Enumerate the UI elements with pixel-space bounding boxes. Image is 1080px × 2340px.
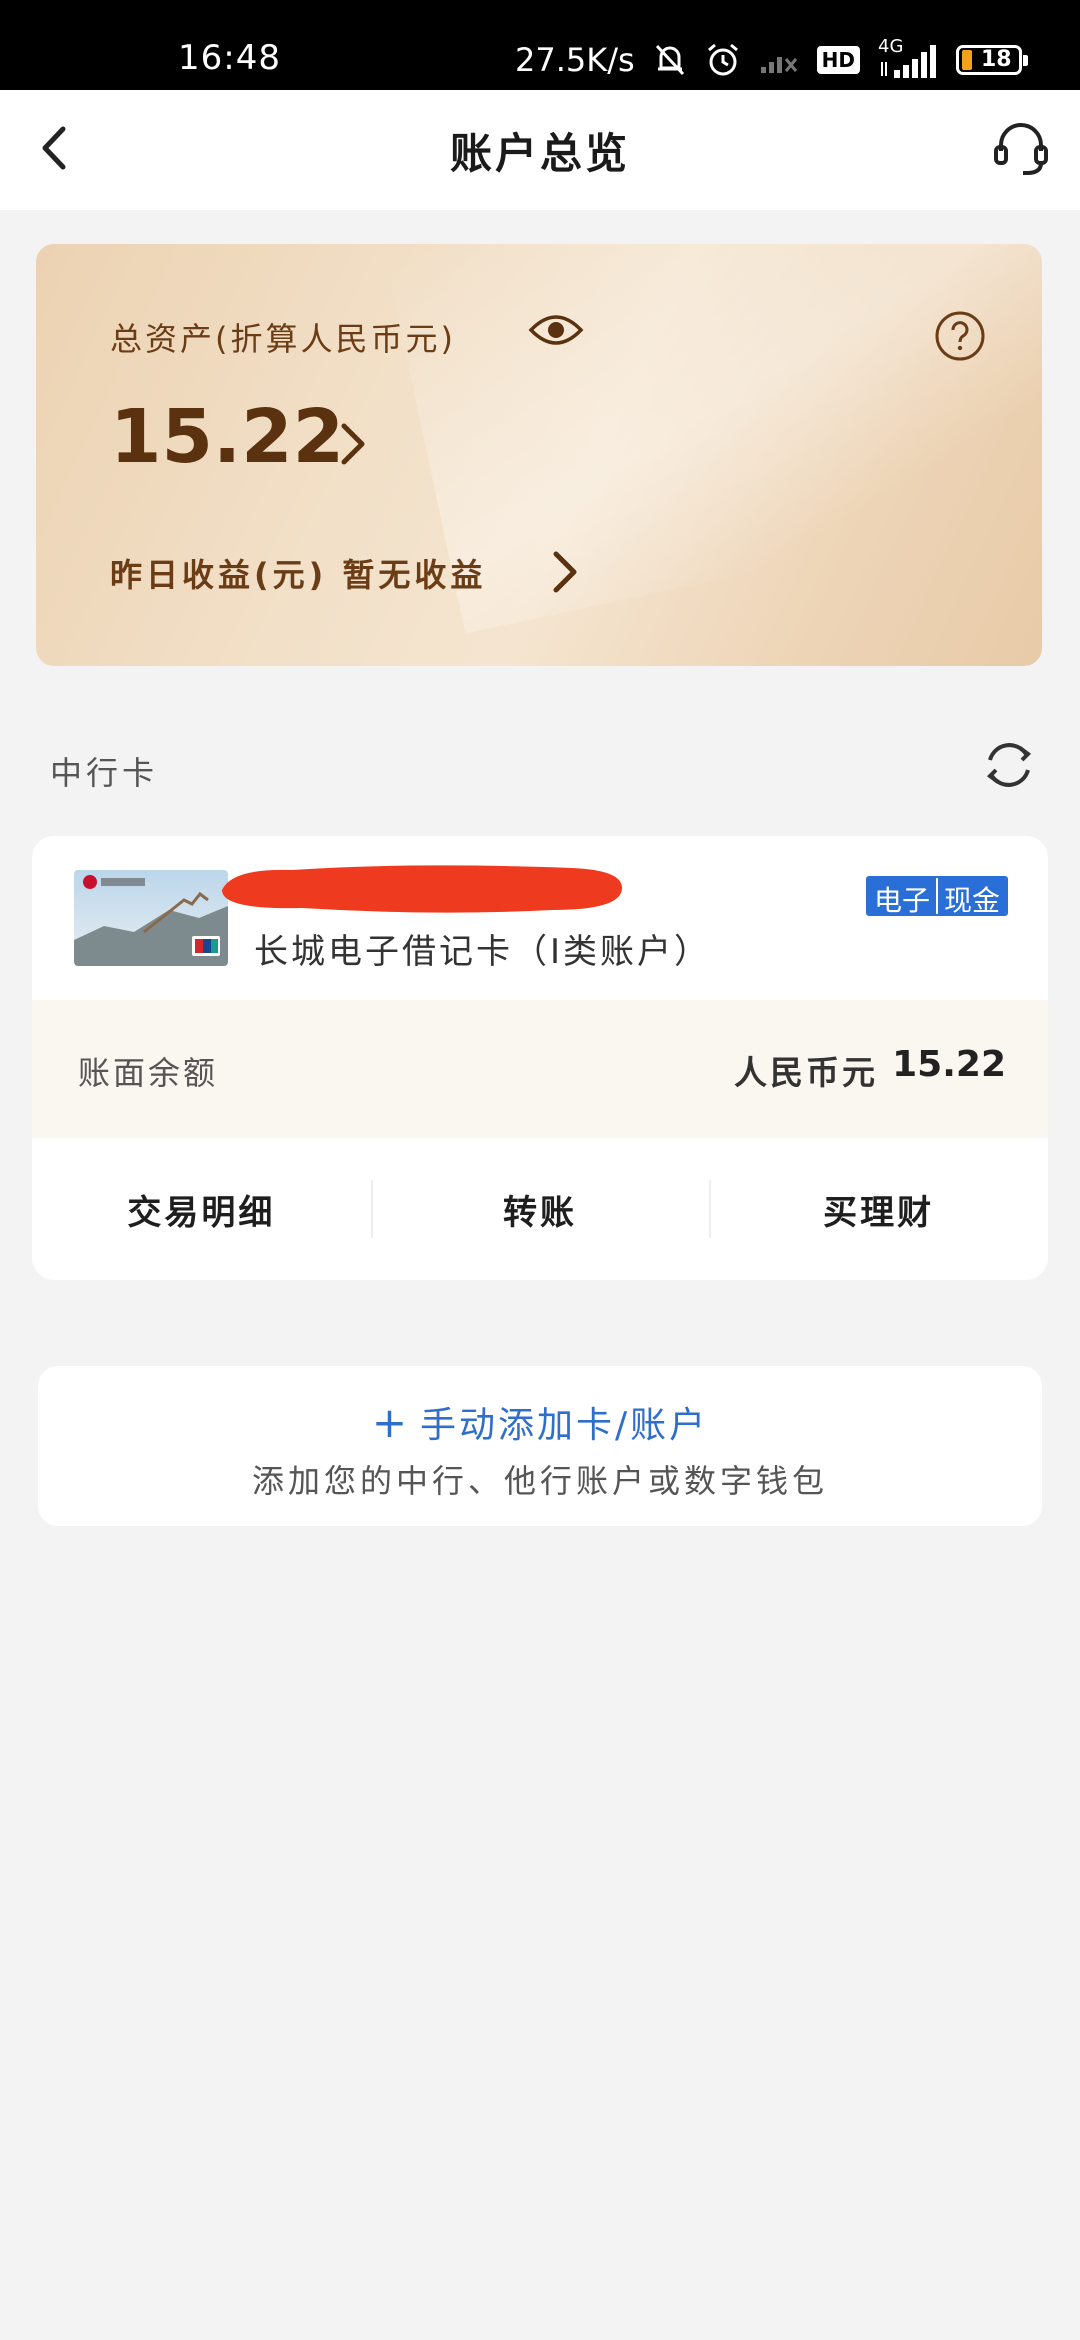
total-assets-card: 总资产(折算人民币元) 15.22 昨日收益(元) 暂无收益 — [36, 244, 1042, 666]
card-number-redacted — [212, 860, 632, 918]
balance-label: 账面余额 — [78, 1054, 219, 1092]
status-bar: 16:48 27.5K/s HD 4G 18 — [0, 0, 1080, 90]
signal-weak-icon — [759, 45, 799, 75]
customer-service-button[interactable] — [986, 114, 1056, 184]
add-account-subtitle: 添加您的中行、他行账户或数字钱包 — [251, 1462, 828, 1500]
transaction-details-button[interactable]: 交易明细 — [32, 1138, 371, 1280]
headset-icon — [994, 123, 1048, 175]
bank-card[interactable]: 长城电子借记卡（Ⅰ类账户） 电子 现金 账面余额 人民币元 15.22 交易明细… — [32, 836, 1048, 1280]
ecash-badge-cash: 现金 — [935, 878, 1006, 914]
buy-wealth-button[interactable]: 买理财 — [709, 1138, 1048, 1280]
card-image — [74, 870, 228, 966]
help-icon[interactable] — [934, 310, 986, 362]
alarm-icon — [705, 42, 741, 78]
card-name: 长城电子借记卡（Ⅰ类账户） — [254, 932, 712, 972]
network-speed: 27.5K/s — [514, 41, 635, 79]
status-icons: 27.5K/s HD 4G 18 — [514, 30, 1028, 90]
battery-icon: 18 — [956, 45, 1028, 75]
battery-level: 18 — [981, 47, 1012, 72]
refresh-button[interactable] — [982, 738, 1036, 792]
mute-bell-icon — [653, 42, 687, 78]
section-title: 中行卡 — [50, 754, 159, 792]
balance-row: 账面余额 人民币元 15.22 — [32, 1000, 1048, 1138]
chevron-right-icon[interactable] — [336, 416, 372, 472]
ecash-badge-electronic: 电子 — [867, 878, 936, 914]
transfer-button[interactable]: 转账 — [370, 1138, 710, 1280]
page-title: 账户总览 — [449, 129, 630, 178]
chevron-right-icon[interactable] — [548, 544, 584, 600]
add-account-title[interactable]: + 手动添加卡/账户 — [38, 1396, 1042, 1448]
card-actions: 交易明细 转账 买理财 — [32, 1138, 1048, 1280]
status-time: 16:48 — [178, 38, 281, 78]
total-assets-amount[interactable]: 15.22 — [110, 394, 344, 480]
refresh-icon — [986, 743, 1032, 787]
nav-bar: 账户总览 — [0, 90, 1080, 210]
add-account-label: 手动添加卡/账户 — [420, 1405, 709, 1446]
balance-value: 15.22 — [892, 1044, 1006, 1085]
plus-icon: + — [371, 1398, 411, 1447]
balance-currency: 人民币元 — [734, 1053, 878, 1092]
total-assets-label: 总资产(折算人民币元) — [110, 320, 456, 358]
ecash-badge: 电子 现金 — [865, 876, 1008, 916]
hd-badge: HD — [816, 46, 860, 74]
yesterday-yield[interactable]: 昨日收益(元) 暂无收益 — [110, 550, 486, 596]
add-account-card[interactable]: + 手动添加卡/账户 添加您的中行、他行账户或数字钱包 — [38, 1366, 1042, 1526]
eye-icon[interactable] — [528, 310, 584, 350]
signal-4g-icon: 4G — [878, 36, 938, 80]
